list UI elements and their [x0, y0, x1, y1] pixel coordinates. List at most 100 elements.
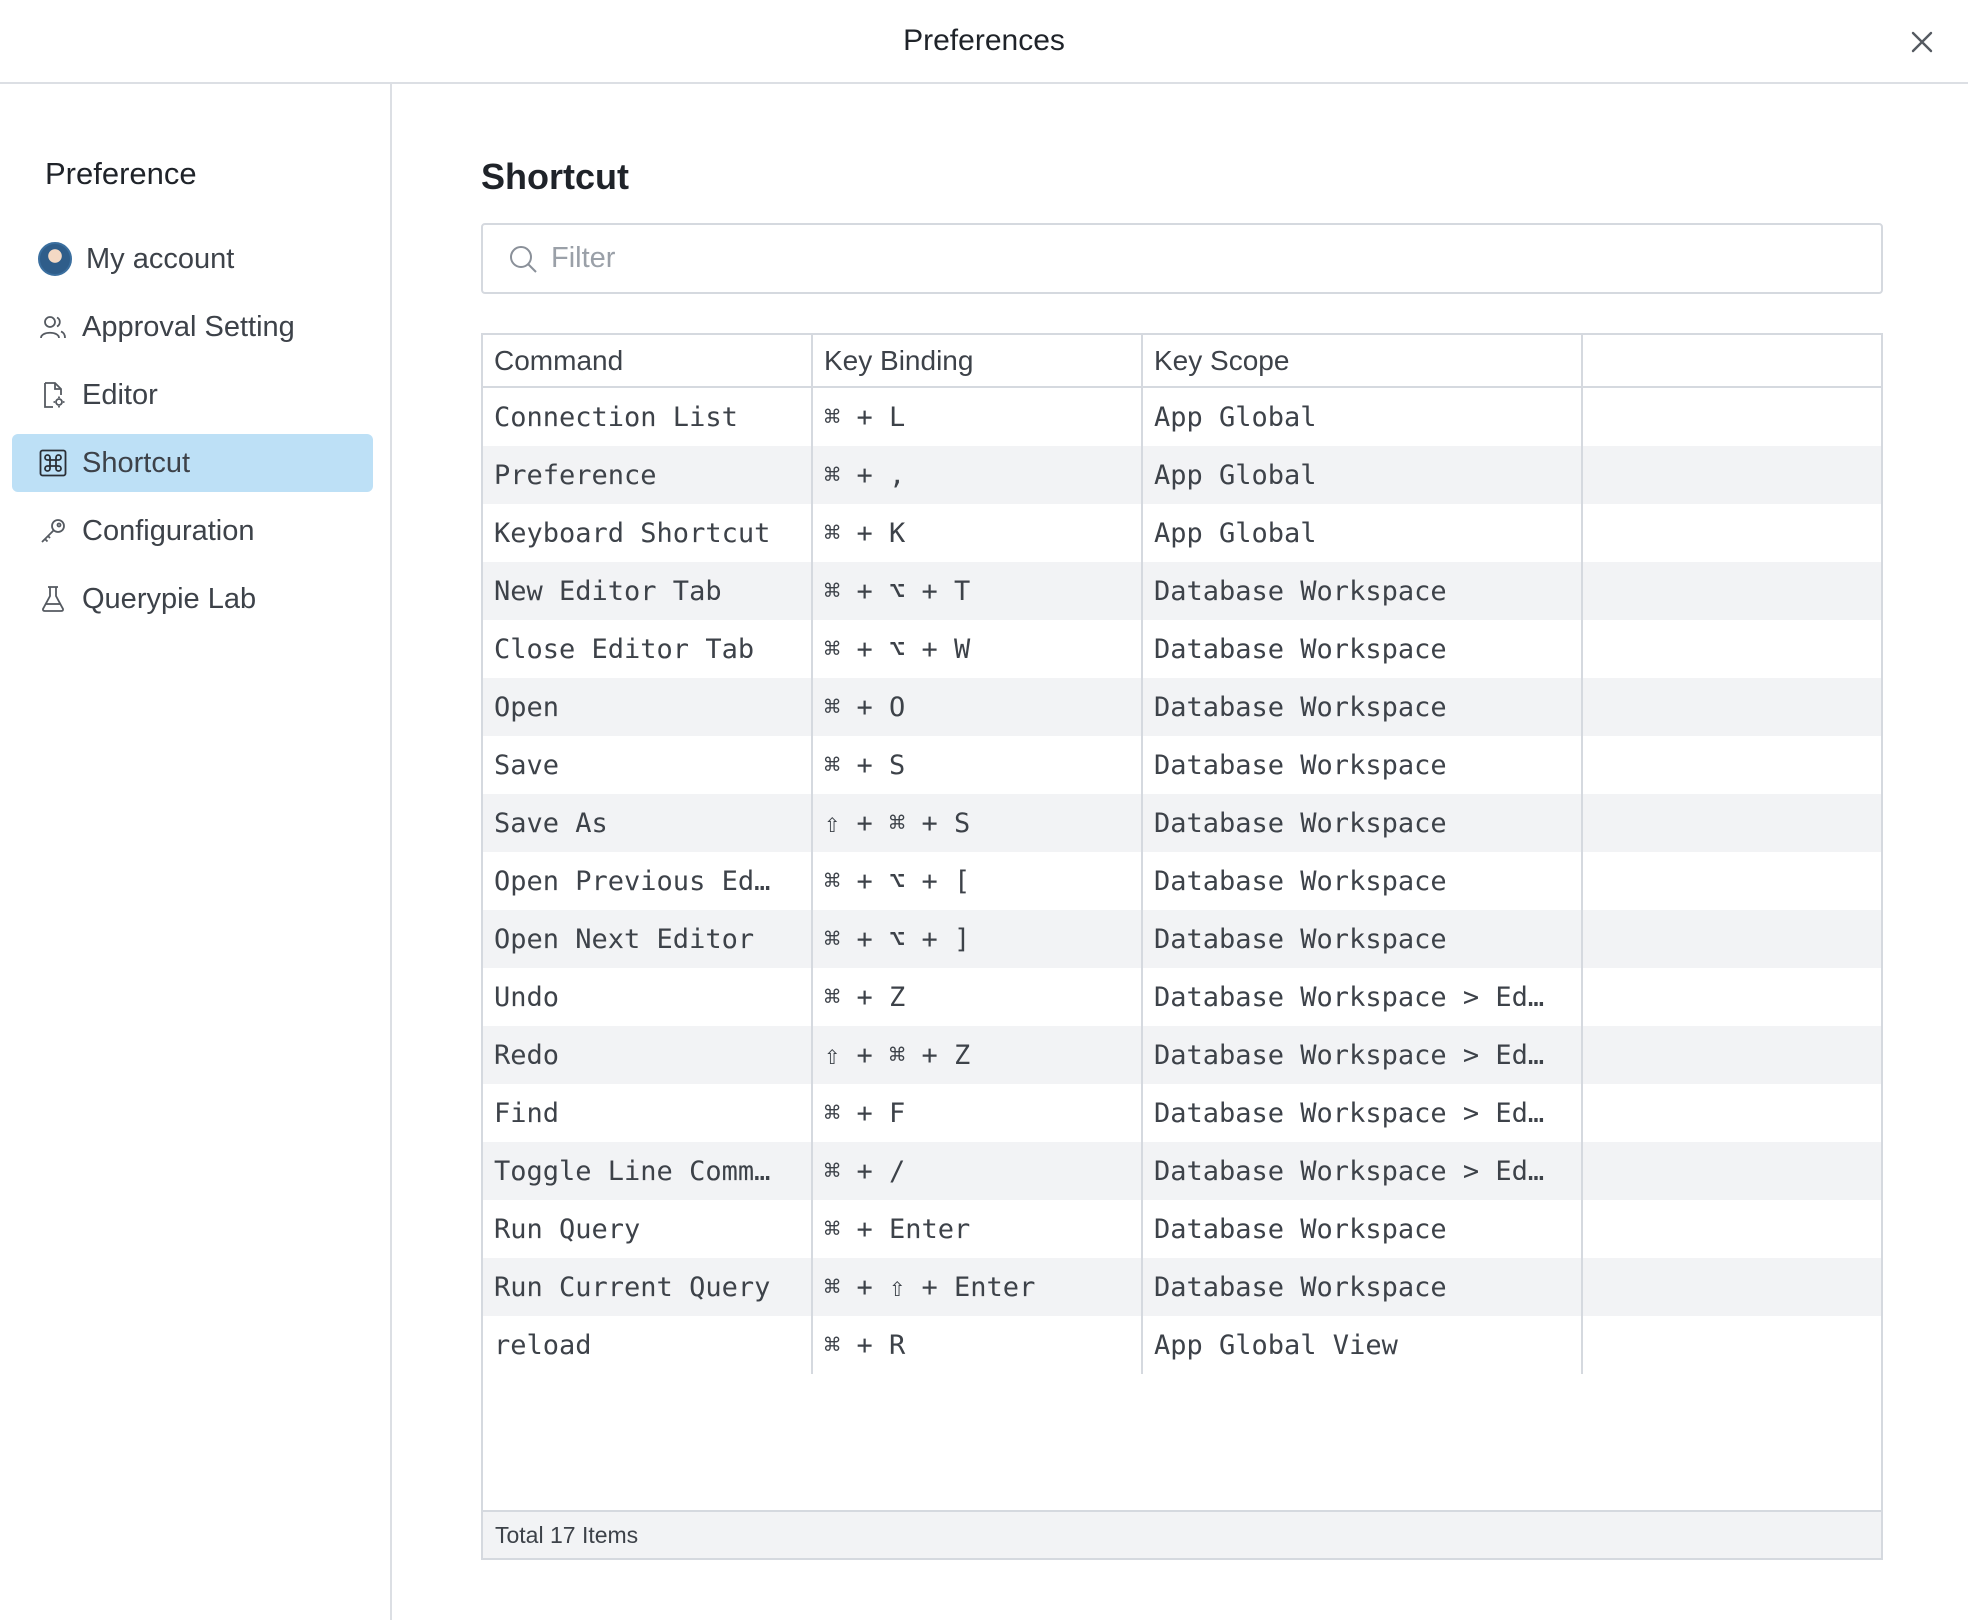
cell-empty	[1583, 736, 1881, 794]
cell-command-text: Close Editor Tab	[494, 633, 755, 665]
cell-empty	[1583, 388, 1881, 446]
table-row[interactable]: Save As ⇧ + ⌘ + S Database Workspace	[483, 794, 1881, 852]
cell-command-text: Open Previous Ed…	[494, 865, 771, 897]
cell-key-binding-text: ⌘ + ⇧ + Enter	[824, 1271, 1036, 1303]
table-row[interactable]: Open Next Editor ⌘ + ⌥ + ] Database Worksp…	[483, 910, 1881, 968]
cell-command-text: Connection List	[494, 401, 738, 433]
cell-key-scope-text: Database Workspace > Ed…	[1154, 1097, 1545, 1129]
table-row[interactable]: Preference ⌘ + , App Global	[483, 446, 1881, 504]
cell-command: Redo	[483, 1026, 813, 1084]
table-row[interactable]: Close Editor Tab ⌘ + ⌥ + W Database Worksp…	[483, 620, 1881, 678]
cell-empty	[1583, 1316, 1881, 1374]
cell-empty	[1583, 794, 1881, 852]
cell-key-scope-text: App Global View	[1154, 1329, 1398, 1361]
table-row[interactable]: Keyboard Shortcut ⌘ + K App Global	[483, 504, 1881, 562]
cell-command: Open Previous Ed…	[483, 852, 813, 910]
window-title: Preferences	[903, 24, 1065, 57]
cell-command: Find	[483, 1084, 813, 1142]
file-gear-icon	[38, 380, 68, 410]
sidebar-item-configuration[interactable]: Configuration	[12, 502, 373, 560]
table-row[interactable]: Find ⌘ + F Database Workspace > Ed…	[483, 1084, 1881, 1142]
cell-command: Open	[483, 678, 813, 736]
sidebar-item-editor[interactable]: Editor	[12, 366, 373, 424]
table-header: Command Key Binding Key Scope	[483, 335, 1881, 388]
cell-key-scope-text: Database Workspace	[1154, 691, 1447, 723]
sidebar-item-shortcut[interactable]: Shortcut	[12, 434, 373, 492]
cell-key-binding-text: ⌘ + K	[824, 517, 906, 549]
cell-key-scope-text: Database Workspace	[1154, 865, 1447, 897]
table-row[interactable]: Run Current Query ⌘ + ⇧ + Enter Database W…	[483, 1258, 1881, 1316]
table-row[interactable]: Toggle Line Comm… ⌘ + / Database Workspace…	[483, 1142, 1881, 1200]
cell-empty	[1583, 1084, 1881, 1142]
flask-icon	[38, 584, 68, 614]
cell-key-binding: ⌘ + R	[813, 1316, 1143, 1374]
cell-key-binding: ⌘ + K	[813, 504, 1143, 562]
cell-empty	[1583, 620, 1881, 678]
table-row[interactable]: Open ⌘ + O Database Workspace	[483, 678, 1881, 736]
table-row[interactable]: Save ⌘ + S Database Workspace	[483, 736, 1881, 794]
cell-command: Save As	[483, 794, 813, 852]
cell-key-binding: ⌘ + ⌥ + W	[813, 620, 1143, 678]
filter-box[interactable]	[481, 223, 1883, 294]
cell-empty	[1583, 446, 1881, 504]
cell-command-text: Preference	[494, 459, 657, 491]
cell-key-binding: ⌘ + ⇧ + Enter	[813, 1258, 1143, 1316]
column-header-empty	[1583, 335, 1881, 386]
table-row[interactable]: reload ⌘ + R App Global View	[483, 1316, 1881, 1374]
cell-key-binding-text: ⌘ + Z	[824, 981, 906, 1013]
sidebar-item-my-account[interactable]: My account	[12, 230, 373, 288]
table-row[interactable]: Run Query ⌘ + Enter Database Workspace	[483, 1200, 1881, 1258]
sidebar-item-label: Shortcut	[82, 446, 190, 479]
sidebar: Preference My account Approval Setting E…	[0, 84, 392, 1620]
cell-key-scope: Database Workspace	[1143, 1200, 1583, 1258]
cell-key-binding: ⌘ + ⌥ + T	[813, 562, 1143, 620]
cell-key-scope-text: Database Workspace > Ed…	[1154, 1155, 1545, 1187]
table-row[interactable]: Undo ⌘ + Z Database Workspace > Ed…	[483, 968, 1881, 1026]
cell-command-text: Undo	[494, 981, 560, 1013]
cell-command: New Editor Tab	[483, 562, 813, 620]
cell-key-scope: App Global	[1143, 388, 1583, 446]
table-row[interactable]: New Editor Tab ⌘ + ⌥ + T Database Workspac…	[483, 562, 1881, 620]
sidebar-item-querypie-lab[interactable]: Querypie Lab	[12, 570, 373, 628]
table-row[interactable]: Redo ⇧ + ⌘ + Z Database Workspace > Ed…	[483, 1026, 1881, 1084]
cell-command: Run Current Query	[483, 1258, 813, 1316]
cell-key-binding: ⇧ + ⌘ + Z	[813, 1026, 1143, 1084]
cell-key-scope-text: Database Workspace	[1154, 923, 1447, 955]
sidebar-item-approval-setting[interactable]: Approval Setting	[12, 298, 373, 356]
cell-key-binding-text: ⇧ + ⌘ + S	[824, 807, 971, 839]
cell-key-binding: ⌘ + ,	[813, 446, 1143, 504]
cell-empty	[1583, 562, 1881, 620]
table-body: Connection List ⌘ + L App Global Preference…	[483, 388, 1881, 1374]
cell-key-scope-text: Database Workspace	[1154, 749, 1447, 781]
command-key-icon	[38, 448, 68, 478]
table-row[interactable]: Connection List ⌘ + L App Global	[483, 388, 1881, 446]
table-row[interactable]: Open Previous Ed… ⌘ + ⌥ + [Database Works…	[483, 852, 1881, 910]
cell-command: Close Editor Tab	[483, 620, 813, 678]
close-button[interactable]	[1902, 22, 1942, 62]
key-icon	[38, 516, 68, 546]
cell-key-binding: ⌘ + S	[813, 736, 1143, 794]
sidebar-item-label: Editor	[82, 378, 158, 411]
cell-key-scope-text: App Global	[1154, 401, 1317, 433]
cell-key-scope: Database Workspace	[1143, 620, 1583, 678]
cell-key-scope: Database Workspace	[1143, 678, 1583, 736]
cell-command: Open Next Editor	[483, 910, 813, 968]
table-footer: Total 17 Items	[483, 1510, 1881, 1558]
cell-key-binding-text: ⌘ + F	[824, 1097, 906, 1129]
cell-key-scope-text: App Global	[1154, 459, 1317, 491]
cell-key-binding-text: ⌘ + Enter	[824, 1213, 971, 1245]
cell-key-scope: Database Workspace > Ed…	[1143, 1142, 1583, 1200]
cell-key-scope: Database Workspace > Ed…	[1143, 1084, 1583, 1142]
sidebar-item-label: Configuration	[82, 514, 255, 547]
cell-command-text: Redo	[494, 1039, 560, 1071]
sidebar-item-label: Querypie Lab	[82, 582, 257, 615]
column-header-key-scope[interactable]: Key Scope	[1143, 335, 1583, 386]
column-header-command[interactable]: Command	[483, 335, 813, 386]
cell-empty	[1583, 504, 1881, 562]
filter-input[interactable]	[551, 242, 1851, 275]
column-header-key-binding[interactable]: Key Binding	[813, 335, 1143, 386]
cell-command: Preference	[483, 446, 813, 504]
cell-key-binding: ⌘ + Z	[813, 968, 1143, 1026]
sidebar-nav: My account Approval Setting Editor Short…	[12, 230, 373, 638]
cell-key-binding: ⌘ + F	[813, 1084, 1143, 1142]
